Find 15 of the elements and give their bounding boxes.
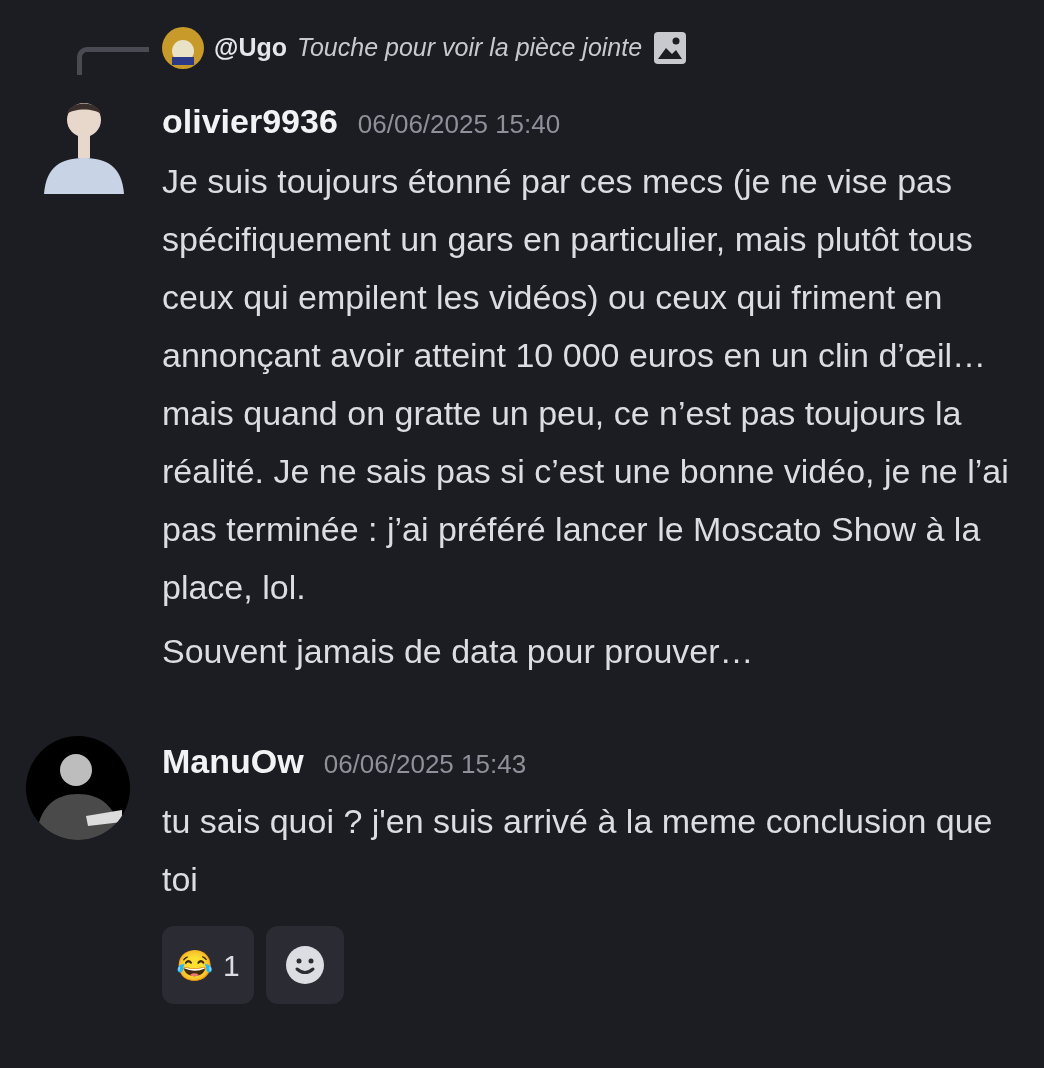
message-text: tu sais quoi ? j'en suis arrivé à la meme conclusion que toi [162,801,994,900]
reaction[interactable]: 😂 1 [162,926,254,1004]
username[interactable]: ManuOw [162,736,304,787]
message-text: Souvent jamais de data pour prouver… [162,631,755,672]
reply-author[interactable]: @Ugo [214,29,287,67]
image-icon [652,30,689,66]
message-text: Je suis toujours étonné par ces mecs (je ne vise pas spécifiquement un gars en particulier, mais plutôt tous ceux qui empilent les vidéos) ou ceux qui friment en annonçant avoir atteint 10 000 euros en un clin d’œil… mais quand on gratte un peu, ce n’est pas toujours la réalité. Je ne sais pas si c’est une bonne vidéo, je ne l’ai pas terminée : j’ai préféré lancer le Moscato Show à la place, lol. [162,161,1010,608]
avatar[interactable] [162,27,204,69]
reply-preview[interactable]: Touche pour voir la pièce jointe [297,29,643,67]
timestamp: 06/06/2025 15:40 [357,108,561,141]
smiley-icon [284,945,325,985]
username[interactable]: olivier9936 [162,96,338,147]
timestamp: 06/06/2025 15:43 [323,748,527,781]
add-reaction-button[interactable] [265,926,344,1004]
reply-connector [77,47,149,75]
